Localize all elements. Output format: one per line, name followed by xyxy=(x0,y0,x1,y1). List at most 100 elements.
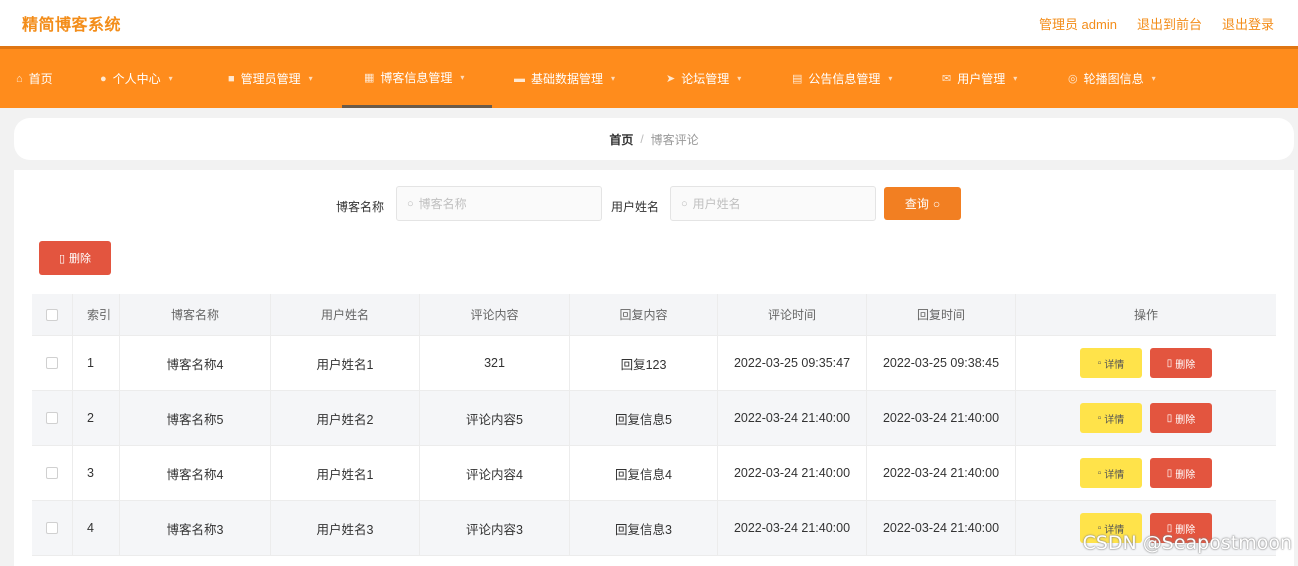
delete-button[interactable]: ▯ 删除 xyxy=(1150,458,1212,488)
nav-item-notice-management[interactable]: ▤ 公告信息管理 ▾ xyxy=(792,49,892,108)
breadcrumb-home[interactable]: 首页 xyxy=(609,131,633,148)
logout-link[interactable]: 退出登录 xyxy=(1222,14,1274,33)
nav-label: 博客信息管理 xyxy=(380,70,453,85)
user-name-input[interactable]: ○ 用户姓名 xyxy=(670,186,876,221)
blog-name-cell: 博客名称4 xyxy=(120,336,271,390)
detail-label: 详情 xyxy=(1104,469,1125,481)
comment-content-cell: 评论内容4 xyxy=(420,446,570,500)
column-header: 评论内容 xyxy=(420,294,570,335)
chevron-down-icon: ▾ xyxy=(888,74,893,83)
chevron-down-icon: ▾ xyxy=(1013,74,1018,83)
column-header: 操作 xyxy=(1133,308,1158,322)
column-header: 用户姓名 xyxy=(271,294,420,335)
chevron-down-icon: ▾ xyxy=(737,74,742,83)
comment-content-cell: 评论内容3 xyxy=(420,501,570,555)
main-nav: ⌂ 首页 ● 个人中心 ▾ ■ 管理员管理 ▾ ▦ 博客信息管理 ▾ ▬ 基础数… xyxy=(0,46,1298,108)
app-title: 精简博客系统 xyxy=(22,17,122,34)
row-checkbox-cell xyxy=(32,336,73,390)
nav-item-basic-data-management[interactable]: ▬ 基础数据管理 ▾ xyxy=(514,49,615,108)
comment-time-cell: 2022-03-24 21:40:00 xyxy=(718,391,867,445)
detail-button[interactable]: ▫ 详情 xyxy=(1080,348,1142,378)
reply-time-cell: 2022-03-24 21:40:00 xyxy=(867,391,1016,445)
nav-label: 基础数据管理 xyxy=(531,72,604,86)
index-cell: 4 xyxy=(73,501,120,555)
row-checkbox-cell xyxy=(32,501,73,555)
column-header: 回复内容 xyxy=(570,294,718,335)
table-row: 2 博客名称5 用户姓名2 评论内容5 回复信息5 2022-03-24 21:… xyxy=(32,391,1276,446)
nav-item-carousel-info[interactable]: ◎ 轮播图信息 ▾ xyxy=(1068,49,1156,108)
chevron-down-icon: ▾ xyxy=(168,74,173,83)
search-button[interactable]: 查询 ○ xyxy=(884,187,961,220)
column-header: 回复时间 xyxy=(867,294,1016,335)
chevron-down-icon: ▾ xyxy=(611,74,616,83)
nav-item-blog-info-management[interactable]: ▦ 博客信息管理 ▾ xyxy=(342,49,492,108)
nav-item-forum-management[interactable]: ➤ 论坛管理 ▾ xyxy=(666,49,741,108)
nav-item-personal-center[interactable]: ● 个人中心 ▾ xyxy=(100,49,173,108)
row-checkbox[interactable] xyxy=(46,522,58,534)
top-header: 精简博客系统 管理员 admin 退出到前台 退出登录 xyxy=(0,0,1298,46)
nav-item-user-management[interactable]: ✉ 用户管理 ▾ xyxy=(942,49,1017,108)
user-name-cell: 用户姓名2 xyxy=(271,391,420,445)
reply-time-cell: 2022-03-24 21:40:00 xyxy=(867,446,1016,500)
search-form: 博客名称 ○ 博客名称 用户姓名 ○ 用户姓名 查询 ○ xyxy=(14,186,1294,222)
nav-label: 管理员管理 xyxy=(240,72,301,86)
index-cell: 2 xyxy=(73,391,120,445)
nav-label: 公告信息管理 xyxy=(808,72,881,86)
bulk-delete-button[interactable]: ▯ 删除 xyxy=(39,241,111,275)
detail-button[interactable]: ▫ 详情 xyxy=(1080,403,1142,433)
delete-label: 删除 xyxy=(1175,469,1196,481)
column-header: 评论时间 xyxy=(718,294,867,335)
header-links: 管理员 admin 退出到前台 退出登录 xyxy=(1039,14,1274,33)
blog-name-cell: 博客名称4 xyxy=(120,446,271,500)
nav-label: 用户管理 xyxy=(957,72,1006,86)
user-name-label: 用户姓名 xyxy=(611,200,660,214)
operations-cell: ▫ 详情 ▯ 删除 xyxy=(1016,391,1276,445)
user-name-placeholder: 用户姓名 xyxy=(692,197,741,211)
detail-label: 详情 xyxy=(1104,359,1125,371)
chevron-down-icon: ▾ xyxy=(308,74,313,83)
detail-label: 详情 xyxy=(1104,414,1125,426)
image-icon: ◎ xyxy=(1068,73,1078,85)
home-icon: ⌂ xyxy=(16,72,23,85)
column-header: 博客名称 xyxy=(120,294,271,335)
user-icon: ● xyxy=(100,72,107,85)
user-name-cell: 用户姓名3 xyxy=(271,501,420,555)
nav-item-admin-management[interactable]: ■ 管理员管理 ▾ xyxy=(228,49,313,108)
select-all-checkbox[interactable] xyxy=(46,308,58,321)
reply-content-cell: 回复信息4 xyxy=(570,446,718,500)
blog-name-cell: 博客名称5 xyxy=(120,391,271,445)
nav-item-home[interactable]: ⌂ 首页 xyxy=(16,49,53,108)
detail-button[interactable]: ▫ 详情 xyxy=(1080,458,1142,488)
blog-name-cell: 博客名称3 xyxy=(120,501,271,555)
row-checkbox[interactable] xyxy=(46,412,58,424)
admin-user-link[interactable]: 管理员 admin xyxy=(1039,14,1117,33)
comment-content-cell: 321 xyxy=(420,336,570,390)
delete-button[interactable]: ▯ 删除 xyxy=(1150,348,1212,378)
row-checkbox[interactable] xyxy=(46,467,58,479)
comment-time-cell: 2022-03-24 21:40:00 xyxy=(718,501,867,555)
trash-icon: ▯ xyxy=(1166,412,1173,424)
delete-label: 删除 xyxy=(1175,359,1196,371)
blog-name-input[interactable]: ○ 博客名称 xyxy=(396,186,602,221)
trash-icon: ▯ xyxy=(58,252,66,265)
delete-button[interactable]: ▯ 删除 xyxy=(1150,403,1212,433)
nav-label: 首页 xyxy=(28,72,53,86)
header-checkbox-cell xyxy=(32,294,73,335)
search-button-label: 查询 xyxy=(904,197,929,211)
nav-label: 论坛管理 xyxy=(681,72,730,86)
comment-time-cell: 2022-03-24 21:40:00 xyxy=(718,446,867,500)
blog-name-placeholder: 博客名称 xyxy=(418,197,467,211)
row-checkbox-cell xyxy=(32,446,73,500)
exit-to-frontend-link[interactable]: 退出到前台 xyxy=(1137,14,1202,33)
delete-label: 删除 xyxy=(1175,414,1196,426)
chat-icon: ■ xyxy=(228,72,235,85)
briefcase-icon: ▬ xyxy=(514,72,525,85)
user-name-cell: 用户姓名1 xyxy=(271,336,420,390)
row-checkbox[interactable] xyxy=(46,357,58,369)
user-name-cell: 用户姓名1 xyxy=(271,446,420,500)
trash-icon: ▯ xyxy=(1166,357,1173,369)
chevron-down-icon: ▾ xyxy=(460,72,465,82)
table-row: 3 博客名称4 用户姓名1 评论内容4 回复信息4 2022-03-24 21:… xyxy=(32,446,1276,501)
document-icon: ▤ xyxy=(792,73,803,85)
search-icon: ○ xyxy=(681,197,688,210)
